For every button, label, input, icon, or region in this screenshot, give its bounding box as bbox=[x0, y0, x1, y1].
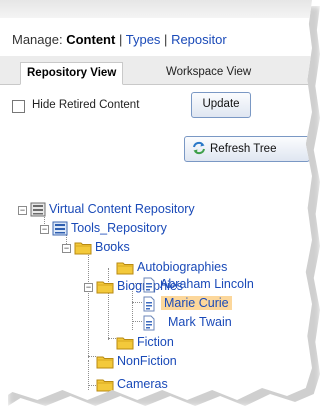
tree-connector bbox=[88, 385, 96, 386]
tree-node-fiction[interactable]: Fiction bbox=[116, 334, 266, 352]
tree-connector bbox=[88, 356, 96, 357]
content-tree: − Virtual Content Repository − Tools_Rep… bbox=[0, 0, 312, 400]
collapse-icon[interactable]: − bbox=[84, 283, 93, 292]
tree-node-books[interactable]: − Books bbox=[62, 239, 262, 257]
tree-label-abraham-lincoln: Abraham Lincoln bbox=[160, 277, 254, 291]
content-panel: Manage: Content | Types | Repositor Repo… bbox=[0, 0, 312, 400]
tree-label-marie-curie: Marie Curie bbox=[161, 296, 232, 310]
folder-icon bbox=[116, 262, 134, 275]
tree-label-fiction: Fiction bbox=[137, 335, 174, 349]
tree-node-root[interactable]: − Virtual Content Repository bbox=[18, 201, 312, 219]
tree-node-mark-twain[interactable]: Mark Twain bbox=[142, 314, 292, 332]
tree-label-nonfiction: NonFiction bbox=[117, 354, 177, 368]
collapse-icon[interactable]: − bbox=[40, 225, 49, 234]
tree-connector bbox=[108, 338, 116, 339]
tree-node-nonfiction[interactable]: NonFiction bbox=[96, 353, 246, 371]
collapse-icon[interactable]: − bbox=[18, 206, 27, 215]
tree-node-cameras[interactable]: Cameras bbox=[96, 376, 246, 394]
tree-node-abraham-lincoln[interactable]: Abraham Lincoln bbox=[142, 276, 312, 294]
folder-icon bbox=[96, 356, 114, 369]
tree-connector bbox=[132, 321, 142, 322]
folder-icon bbox=[96, 379, 114, 392]
tree-node-marie-curie[interactable]: Marie Curie bbox=[142, 295, 292, 313]
tree-label-cameras: Cameras bbox=[117, 377, 168, 391]
collapse-icon[interactable]: − bbox=[62, 244, 71, 253]
document-icon bbox=[143, 296, 155, 312]
tree-label-autobiographies: Autobiographies bbox=[137, 260, 228, 274]
folder-icon bbox=[96, 281, 114, 294]
document-icon bbox=[143, 277, 155, 293]
tree-connector bbox=[132, 302, 142, 303]
tree-label-mark-twain: Mark Twain bbox=[168, 315, 232, 329]
folder-icon bbox=[116, 337, 134, 350]
tree-connector bbox=[88, 248, 89, 358]
tree-label-books: Books bbox=[95, 240, 130, 254]
repository-icon bbox=[30, 202, 46, 217]
document-icon bbox=[143, 315, 155, 331]
tree-label-tools-repository: Tools_Repository bbox=[71, 221, 167, 235]
tree-node-autobiographies[interactable]: Autobiographies bbox=[106, 259, 286, 277]
folder-icon bbox=[74, 242, 92, 255]
tree-label-root: Virtual Content Repository bbox=[49, 202, 195, 216]
repository-icon bbox=[52, 221, 68, 236]
tree-node-tools-repository[interactable]: − Tools_Repository bbox=[40, 220, 300, 238]
